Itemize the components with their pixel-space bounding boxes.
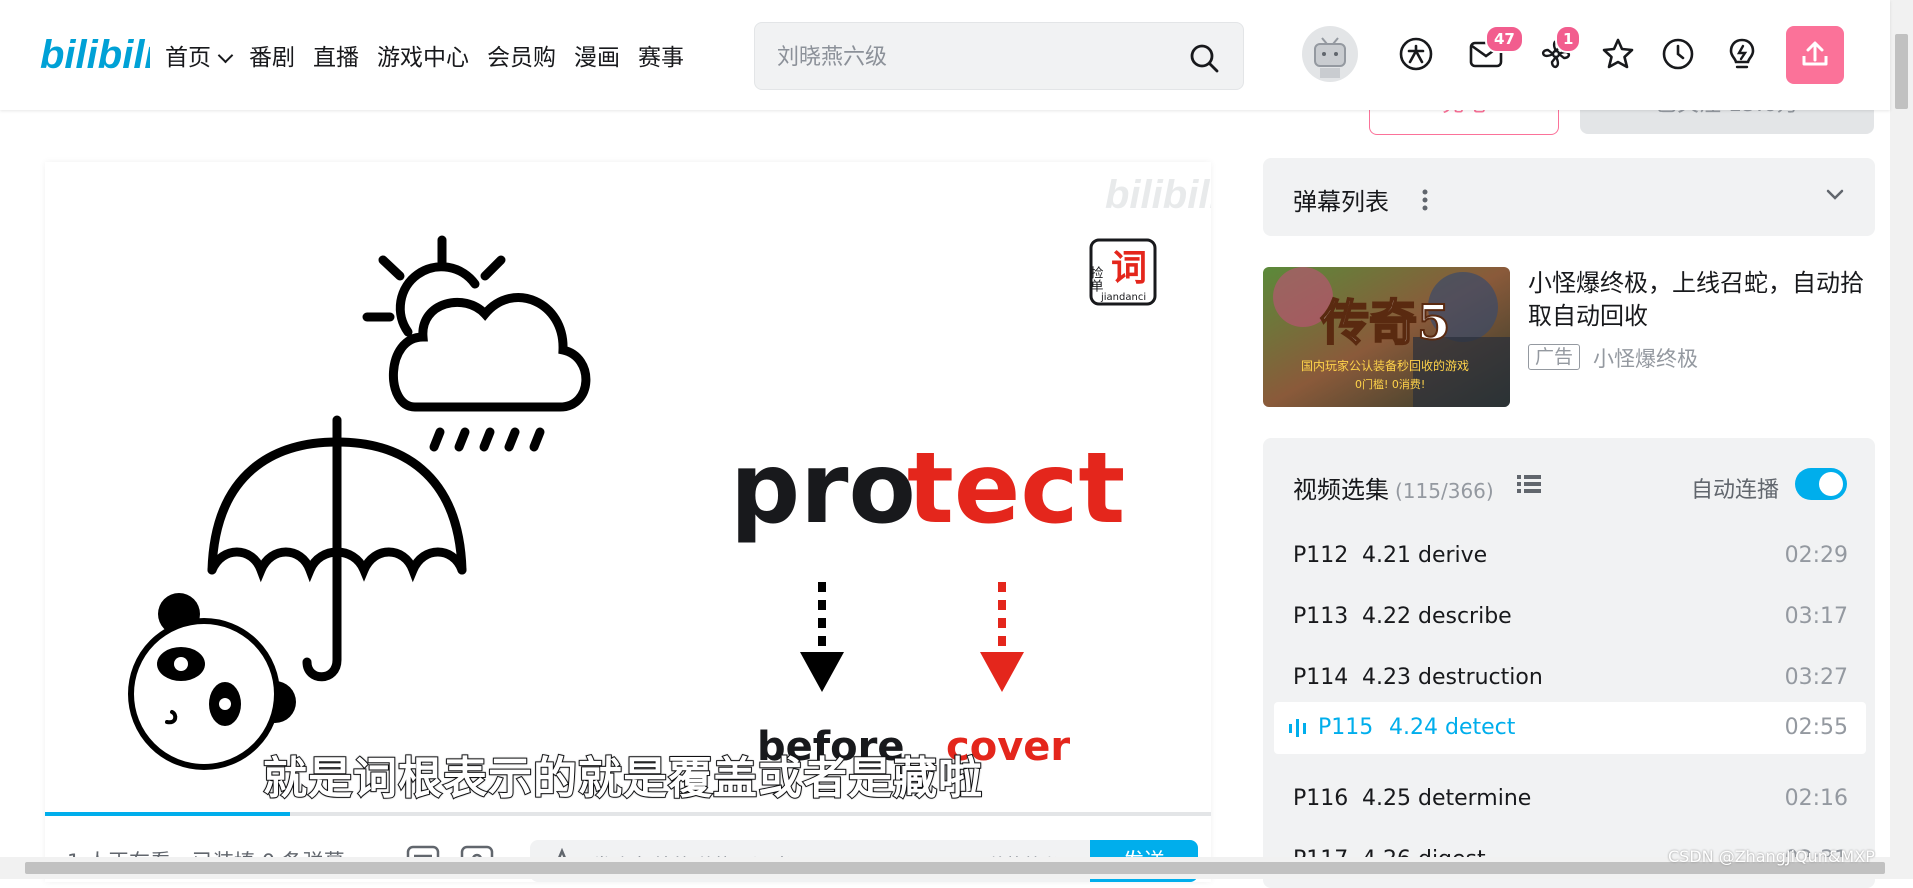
upload-button[interactable] xyxy=(1786,26,1844,84)
nav-game-center[interactable]: 游戏中心 xyxy=(377,38,469,72)
episode-duration: 02:16 xyxy=(1784,786,1848,811)
favorite-icon[interactable] xyxy=(1600,36,1636,72)
panda-illustration xyxy=(128,593,296,770)
csdn-watermark: CSDN @ZhangJiQun&MXP xyxy=(1668,847,1875,866)
nav-home[interactable]: 首页 xyxy=(165,38,234,72)
video-subtitle: 就是词根表示的就是覆盖或者是藏啦 xyxy=(262,752,983,805)
autoplay-toggle[interactable] xyxy=(1795,468,1847,500)
chevron-down-icon[interactable] xyxy=(1825,188,1845,202)
episode-code: P116 xyxy=(1293,786,1349,811)
episode-item[interactable]: P116 4.25 determine 02:16 xyxy=(1274,773,1866,825)
ad-thumbnail[interactable]: 传奇5 国内玩家公认装备秒回收的游戏 0门槛! 0消费! xyxy=(1263,267,1510,407)
ad-title[interactable]: 小怪爆终极，上线召蛇，自动拾取自动回收 xyxy=(1528,267,1873,333)
progress-fill xyxy=(45,812,290,816)
episode-name: 4.21 derive xyxy=(1362,543,1488,568)
tv-avatar-icon xyxy=(1314,37,1346,78)
chevron-down-icon xyxy=(217,47,234,64)
history-icon[interactable] xyxy=(1660,36,1696,72)
progress-bar[interactable] xyxy=(45,812,1211,816)
search-icon[interactable] xyxy=(1189,43,1219,73)
episode-name: 4.25 determine xyxy=(1362,786,1532,811)
nav-home-label: 首页 xyxy=(165,45,211,71)
search-box xyxy=(754,22,1244,90)
vertical-scrollbar[interactable] xyxy=(1890,0,1913,879)
ad-advertiser[interactable]: 小怪爆终极 xyxy=(1593,343,1698,373)
video-player[interactable]: bilibili 捡单 词 jiandanci pro tect before … xyxy=(45,162,1211,882)
danmaku-list-panel[interactable]: 弹幕列表 xyxy=(1263,158,1875,236)
channel-logo: 捡单 词 jiandanci xyxy=(1088,238,1157,306)
episode-duration: 03:17 xyxy=(1784,604,1848,629)
ad-thumb-caption2: 0门槛! 0消费! xyxy=(1355,377,1425,391)
dynamic-count-badge: 1 xyxy=(1555,25,1582,53)
episode-code: P113 xyxy=(1293,604,1349,629)
weather-illustration xyxy=(362,235,591,452)
ad-thumb-title: 传奇5 xyxy=(1320,295,1450,351)
top-header: bilibili 首页 番剧 直播 游戏中心 会员购 漫画 赛事 47 xyxy=(0,0,1890,110)
episode-item[interactable]: P114 4.23 destruction 03:27 xyxy=(1274,652,1866,704)
episode-code: P115 xyxy=(1318,715,1374,740)
now-playing-icon xyxy=(1289,719,1306,737)
video-watermark: bilibili xyxy=(1105,173,1211,217)
list-view-icon[interactable] xyxy=(1517,474,1541,494)
video-frame: bilibili 捡单 词 jiandanci pro tect before … xyxy=(128,173,1211,770)
episode-duration: 02:55 xyxy=(1784,715,1848,740)
more-vertical-icon[interactable] xyxy=(1421,188,1429,212)
nav-anime[interactable]: 番剧 xyxy=(249,38,295,72)
bilibili-logo[interactable]: bilibili xyxy=(40,28,150,80)
creation-icon[interactable] xyxy=(1724,36,1760,72)
search-input[interactable] xyxy=(775,35,1169,79)
episode-duration: 03:27 xyxy=(1784,665,1848,690)
arrow-left-icon xyxy=(800,582,844,692)
episode-item[interactable]: P113 4.22 describe 03:17 xyxy=(1274,591,1866,643)
episode-duration: 02:29 xyxy=(1784,543,1848,568)
video-playlist: 视频选集 (115/366) 自动连播 P112 4.21 derive 02:2… xyxy=(1263,438,1875,888)
channel-logo-main: 词 xyxy=(1111,248,1147,289)
word-root: tect xyxy=(907,432,1125,546)
game-ad-image: 传奇5 国内玩家公认装备秒回收的游戏 0门槛! 0消费! xyxy=(1263,267,1510,407)
playlist-title: 视频选集 (115/366) xyxy=(1293,470,1494,505)
word-prefix: pro xyxy=(730,432,916,546)
main-nav: 首页 番剧 直播 游戏中心 会员购 漫画 赛事 xyxy=(165,38,684,72)
autoplay-label: 自动连播 xyxy=(1691,478,1780,503)
ad-thumb-caption: 国内玩家公认装备秒回收的游戏 xyxy=(1301,358,1469,373)
channel-logo-sub: jiandanci xyxy=(1100,292,1146,303)
ad-card[interactable]: 传奇5 国内玩家公认装备秒回收的游戏 0门槛! 0消费! 小怪爆终极，上线召蛇，… xyxy=(1263,267,1875,407)
logo-text: bilibili xyxy=(40,33,150,77)
playlist-title-text: 视频选集 xyxy=(1293,476,1389,504)
episode-code: P112 xyxy=(1293,543,1349,568)
nav-esports[interactable]: 赛事 xyxy=(638,38,684,72)
nav-manga[interactable]: 漫画 xyxy=(574,38,620,72)
horizontal-scrollbar-thumb[interactable] xyxy=(25,862,1885,874)
user-avatar[interactable] xyxy=(1302,26,1358,82)
nav-mall[interactable]: 会员购 xyxy=(487,38,556,72)
episode-item-active[interactable]: P115 4.24 detect 02:55 xyxy=(1274,702,1866,754)
episode-name: 4.22 describe xyxy=(1362,604,1512,629)
nav-live[interactable]: 直播 xyxy=(313,38,359,72)
arrow-right-icon xyxy=(980,582,1024,692)
episode-item[interactable]: P112 4.21 derive 02:29 xyxy=(1274,530,1866,582)
danmaku-list-title: 弹幕列表 xyxy=(1293,188,1389,216)
vertical-scrollbar-thumb[interactable] xyxy=(1895,34,1908,109)
playlist-count: (115/366) xyxy=(1395,479,1494,503)
upload-icon xyxy=(1802,41,1828,66)
ad-tag: 广告 xyxy=(1528,344,1581,370)
horizontal-scrollbar[interactable] xyxy=(0,857,1890,879)
channel-logo-top: 捡单 xyxy=(1088,265,1104,292)
message-count-badge: 47 xyxy=(1485,25,1524,53)
episode-name: 4.24 detect xyxy=(1389,715,1516,740)
vip-icon[interactable] xyxy=(1398,36,1434,72)
episode-name: 4.23 destruction xyxy=(1362,665,1543,690)
episode-code: P114 xyxy=(1293,665,1349,690)
